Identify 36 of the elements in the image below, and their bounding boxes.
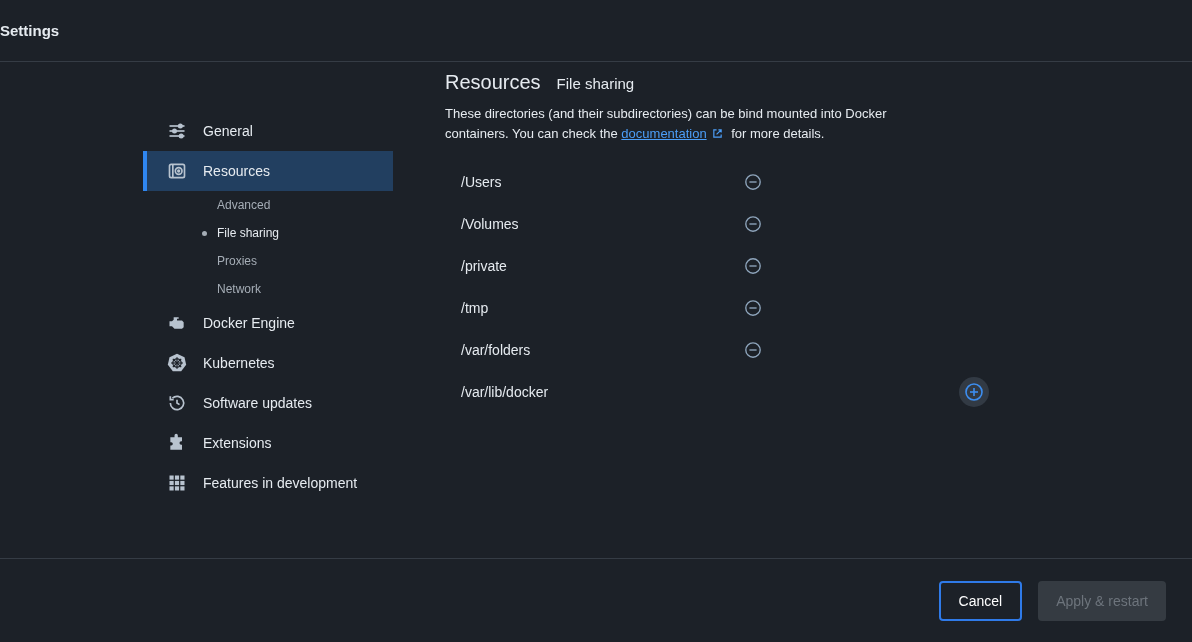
directory-path: /Users <box>461 174 503 190</box>
sliders-icon <box>167 121 187 141</box>
sidebar-item[interactable]: Features in development <box>143 463 393 503</box>
description-text: These directories (and their subdirectories) can be bind mounted into Docker containers. You can check the documentation for more details. <box>445 105 888 143</box>
directory-path: /Volumes <box>461 216 520 232</box>
directory-input[interactable]: /var/lib/docker <box>461 384 741 400</box>
sidebar-item[interactable]: Docker Engine <box>143 303 393 343</box>
history-icon <box>167 393 187 413</box>
sidebar-item[interactable]: Kubernetes <box>143 343 393 383</box>
cancel-button[interactable]: Cancel <box>938 580 1023 621</box>
directory-path: /private <box>461 258 508 274</box>
remove-icon[interactable] <box>744 257 762 275</box>
documentation-link[interactable]: documentation <box>621 126 707 141</box>
sidebar-subitem[interactable]: Advanced <box>143 191 393 219</box>
sidebar-item[interactable]: Extensions <box>143 423 393 463</box>
sidebar-subitem[interactable]: Proxies <box>143 247 393 275</box>
directory-path: /var/folders <box>461 342 532 358</box>
sidebar-item[interactable]: General <box>143 111 393 151</box>
sidebar-subitem[interactable]: Network <box>143 275 393 303</box>
window-title: Settings <box>0 22 60 39</box>
sidebar-subitem[interactable]: File sharing <box>143 219 393 247</box>
remove-icon[interactable] <box>744 173 762 191</box>
helm-wheel-icon <box>167 353 187 373</box>
sidebar-item[interactable]: Software updates <box>143 383 393 423</box>
remove-icon[interactable] <box>744 215 762 233</box>
external-link-icon <box>711 128 723 139</box>
plus-icon <box>964 382 984 402</box>
remove-icon[interactable] <box>744 299 762 317</box>
grid-icon <box>167 473 187 493</box>
page-title: Resources <box>445 71 541 94</box>
section-title: File sharing <box>556 75 635 92</box>
sidebar-item[interactable]: Resources <box>143 151 393 191</box>
add-button[interactable] <box>959 377 989 407</box>
bullet-icon <box>202 230 207 236</box>
remove-icon[interactable] <box>744 341 762 359</box>
directory-path: /tmp <box>461 300 490 316</box>
